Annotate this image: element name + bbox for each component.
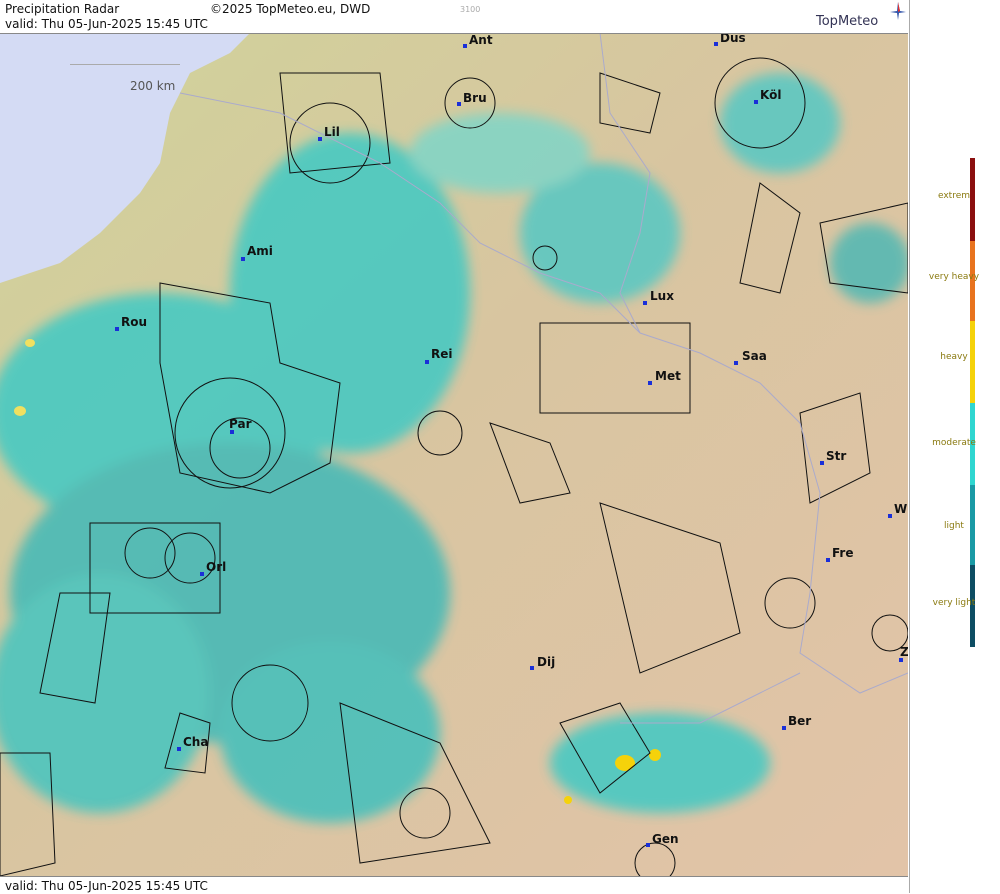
precip-legend: extrem very heavy heavy moderate light v…	[909, 0, 1000, 893]
city-label: Lil	[324, 125, 340, 139]
scale-bar-label: 200 km	[130, 79, 176, 93]
city-label: W	[894, 502, 908, 516]
map-header: Precipitation Radar ©2025 TopMeteo.eu, D…	[0, 0, 908, 34]
valid-time-bottom: valid: Thu 05-Jun-2025 15:45 UTC	[5, 879, 208, 893]
legend-swatch-heavy	[970, 321, 975, 403]
city-label: Par	[229, 417, 252, 431]
city-label: Köl	[760, 88, 782, 102]
compass-logo-icon	[890, 2, 906, 20]
city-label: Cha	[183, 735, 209, 749]
city-label: Z	[900, 645, 908, 659]
city-label: Lux	[650, 289, 674, 303]
city-label: Rei	[431, 347, 453, 361]
copyright-text: ©2025 TopMeteo.eu, DWD	[210, 2, 371, 16]
city-label: Ami	[247, 244, 273, 258]
legend-label: very light	[932, 598, 976, 608]
city-label: Orl	[206, 560, 227, 574]
legend-label: light	[944, 521, 964, 531]
city-label: Dij	[537, 655, 556, 669]
city-label: Gen	[652, 832, 679, 846]
legend-label: extrem	[937, 191, 971, 201]
city-label: Ber	[788, 714, 812, 728]
scale-bar	[70, 64, 180, 65]
product-title: Precipitation Radar	[5, 2, 120, 16]
map-footer: valid: Thu 05-Jun-2025 15:45 UTC	[0, 876, 908, 894]
city-label: Düs	[720, 33, 746, 45]
city-label: Saa	[742, 349, 767, 363]
radar-map[interactable]: 200 km Ant Düs Köl Bru Lil Ami Rou Rei L…	[0, 33, 908, 876]
city-label: Fre	[832, 546, 854, 560]
faint-label: 3100	[460, 5, 481, 14]
topmeteo-logo-text: TopMeteo	[816, 14, 879, 29]
legend-label: heavy	[940, 352, 968, 362]
valid-time-top: valid: Thu 05-Jun-2025 15:45 UTC	[5, 17, 208, 31]
city-label: Str	[826, 449, 847, 463]
city-label: Ant	[469, 33, 493, 47]
city-label: Met	[655, 369, 681, 383]
legend-label: moderate	[932, 438, 976, 448]
map-canvas	[0, 33, 908, 876]
legend-label: very heavy	[928, 272, 980, 282]
city-label: Bru	[463, 91, 487, 105]
city-label: Rou	[121, 315, 148, 329]
